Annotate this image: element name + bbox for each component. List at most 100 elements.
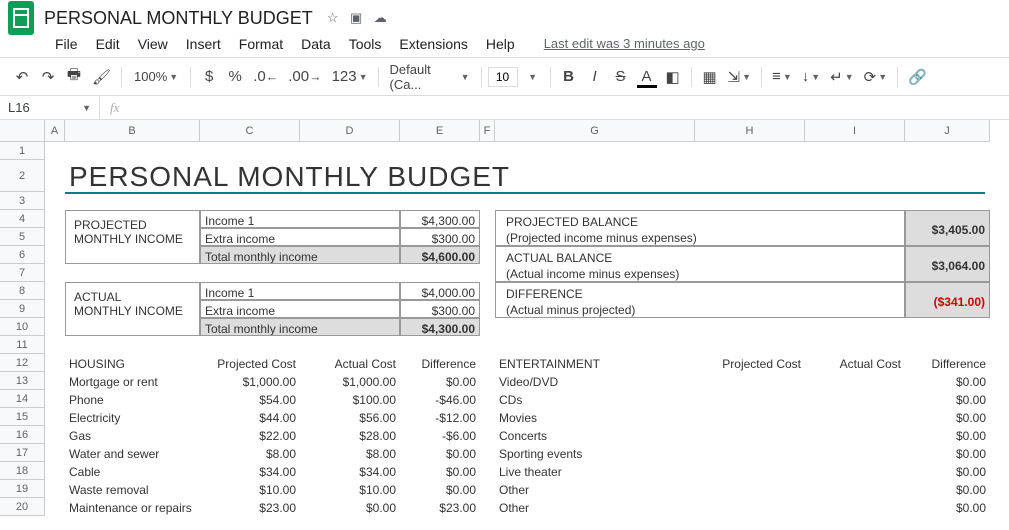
merge-icon[interactable]: ⇲▼: [724, 64, 756, 90]
cell[interactable]: ENTERTAINMENT: [495, 354, 695, 372]
menu-tools[interactable]: Tools: [340, 32, 391, 56]
decrease-decimal-icon[interactable]: .0←: [249, 64, 282, 90]
sheets-logo-icon[interactable]: [8, 1, 34, 35]
cell[interactable]: Sporting events: [495, 444, 695, 462]
cloud-icon[interactable]: ☁: [374, 10, 387, 25]
cell[interactable]: Water and sewer: [65, 444, 200, 462]
cell[interactable]: $100.00: [300, 390, 400, 408]
cell[interactable]: -$12.00: [400, 408, 480, 426]
row-header-2[interactable]: 2: [0, 160, 45, 192]
cell[interactable]: $34.00: [300, 462, 400, 480]
cell[interactable]: $4,300.00: [400, 210, 480, 228]
row-header-17[interactable]: 17: [0, 444, 45, 462]
cell[interactable]: PROJECTED MONTHLY INCOME: [65, 210, 200, 264]
cell[interactable]: Video/DVD: [495, 372, 695, 390]
cell[interactable]: PERSONAL MONTHLY BUDGET: [65, 160, 665, 192]
increase-decimal-icon[interactable]: .00→: [284, 64, 325, 90]
halign-icon[interactable]: ≡▼: [768, 64, 796, 90]
cell[interactable]: Extra income: [200, 300, 400, 318]
cell[interactable]: $0.00: [400, 462, 480, 480]
cell[interactable]: $8.00: [200, 444, 300, 462]
strikethrough-icon[interactable]: S: [609, 64, 633, 90]
cell[interactable]: CDs: [495, 390, 695, 408]
menu-help[interactable]: Help: [477, 32, 524, 56]
cell[interactable]: $23.00: [200, 498, 300, 516]
cell[interactable]: Difference: [905, 354, 990, 372]
font-dropdown[interactable]: Default (Ca...▼: [385, 64, 475, 90]
cell[interactable]: $10.00: [300, 480, 400, 498]
cell[interactable]: Projected Cost: [200, 354, 300, 372]
cell[interactable]: $54.00: [200, 390, 300, 408]
cell[interactable]: $22.00: [200, 426, 300, 444]
col-header-A[interactable]: A: [45, 120, 65, 142]
col-header-B[interactable]: B: [65, 120, 200, 142]
row-header-12[interactable]: 12: [0, 354, 45, 372]
cell[interactable]: Gas: [65, 426, 200, 444]
row-header-18[interactable]: 18: [0, 462, 45, 480]
print-icon[interactable]: 🖶: [62, 64, 86, 90]
row-header-10[interactable]: 10: [0, 318, 45, 336]
cell[interactable]: $0.00: [300, 498, 400, 516]
cell[interactable]: Total monthly income: [200, 246, 400, 264]
cell[interactable]: Electricity: [65, 408, 200, 426]
text-color-icon[interactable]: A: [635, 64, 659, 90]
borders-icon[interactable]: ▦: [698, 64, 722, 90]
cell[interactable]: HOUSING: [65, 354, 200, 372]
move-icon[interactable]: ▣: [350, 10, 362, 25]
cell[interactable]: $0.00: [905, 498, 990, 516]
cell[interactable]: Waste removal: [65, 480, 200, 498]
row-header-9[interactable]: 9: [0, 300, 45, 318]
cell[interactable]: Extra income: [200, 228, 400, 246]
cell[interactable]: $300.00: [400, 228, 480, 246]
cell[interactable]: Actual Cost: [805, 354, 905, 372]
cell[interactable]: $3,064.00: [905, 246, 990, 282]
cell[interactable]: $300.00: [400, 300, 480, 318]
cell[interactable]: $0.00: [905, 408, 990, 426]
italic-icon[interactable]: I: [583, 64, 607, 90]
undo-icon[interactable]: ↶: [10, 64, 34, 90]
menu-view[interactable]: View: [129, 32, 177, 56]
last-edit-link[interactable]: Last edit was 3 minutes ago: [544, 36, 705, 51]
menu-insert[interactable]: Insert: [177, 32, 230, 56]
menu-file[interactable]: File: [46, 32, 87, 56]
cell[interactable]: -$6.00: [400, 426, 480, 444]
spreadsheet-grid[interactable]: ABCDEFGHIJ 12345678910111213141516171819…: [0, 120, 1009, 530]
cell[interactable]: $3,405.00: [905, 210, 990, 246]
col-header-C[interactable]: C: [200, 120, 300, 142]
cell[interactable]: Other: [495, 480, 695, 498]
row-header-8[interactable]: 8: [0, 282, 45, 300]
select-all-corner[interactable]: [0, 120, 45, 142]
cell[interactable]: Concerts: [495, 426, 695, 444]
cell[interactable]: $4,300.00: [400, 318, 480, 336]
menu-data[interactable]: Data: [292, 32, 340, 56]
cell[interactable]: Difference: [400, 354, 480, 372]
cell[interactable]: DIFFERENCE(Actual minus projected): [495, 282, 905, 318]
font-size-drop-icon[interactable]: ▼: [520, 64, 544, 90]
cell[interactable]: Projected Cost: [695, 354, 805, 372]
cell[interactable]: Live theater: [495, 462, 695, 480]
menu-edit[interactable]: Edit: [87, 32, 129, 56]
cell[interactable]: $0.00: [905, 426, 990, 444]
doc-title[interactable]: PERSONAL MONTHLY BUDGET: [44, 8, 313, 29]
cell[interactable]: Income 1: [200, 282, 400, 300]
row-header-4[interactable]: 4: [0, 210, 45, 228]
bold-icon[interactable]: B: [557, 64, 581, 90]
cell[interactable]: $0.00: [905, 480, 990, 498]
row-header-16[interactable]: 16: [0, 426, 45, 444]
rotate-icon[interactable]: ⟳▼: [860, 64, 892, 90]
font-size-input[interactable]: [488, 67, 518, 87]
cell[interactable]: $8.00: [300, 444, 400, 462]
cell[interactable]: PROJECTED BALANCE(Projected income minus…: [495, 210, 905, 246]
row-header-7[interactable]: 7: [0, 264, 45, 282]
cell[interactable]: ACTUAL BALANCE(Actual income minus expen…: [495, 246, 905, 282]
link-icon[interactable]: 🔗: [904, 64, 931, 90]
cell[interactable]: $0.00: [905, 462, 990, 480]
col-header-I[interactable]: I: [805, 120, 905, 142]
cell[interactable]: Other: [495, 498, 695, 516]
row-header-14[interactable]: 14: [0, 390, 45, 408]
col-header-D[interactable]: D: [300, 120, 400, 142]
valign-icon[interactable]: ↓▼: [798, 64, 824, 90]
cell[interactable]: Movies: [495, 408, 695, 426]
formula-input[interactable]: [129, 96, 1009, 119]
cell[interactable]: $1,000.00: [200, 372, 300, 390]
